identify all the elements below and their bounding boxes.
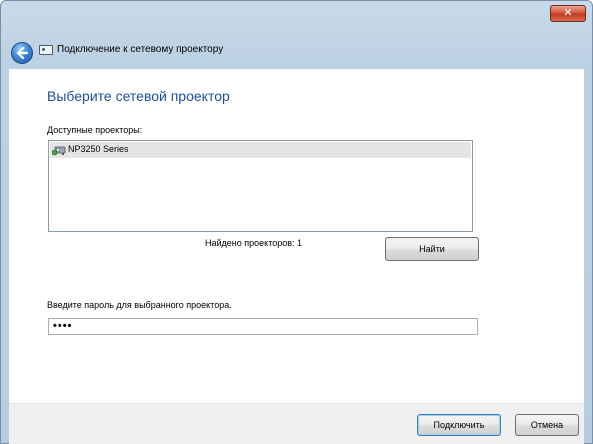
content-pane: Выберите сетевой проектор Доступные прое… bbox=[9, 69, 584, 403]
password-field[interactable]: •••• bbox=[48, 318, 478, 335]
list-item-projector[interactable]: NP3250 Series bbox=[50, 142, 471, 158]
back-button[interactable] bbox=[11, 42, 33, 64]
projector-list[interactable]: NP3250 Series bbox=[48, 140, 473, 232]
dialog-footer: Подключить Отмена bbox=[9, 403, 584, 444]
window-title: Подключение к сетевому проектору bbox=[57, 44, 224, 55]
found-count-label: Найдено проекторов: 1 bbox=[205, 238, 303, 248]
dialog-window: ✕ Подключение к сетевому проектору Выбер… bbox=[0, 0, 593, 444]
network-projector-icon bbox=[52, 146, 66, 156]
cancel-button[interactable]: Отмена bbox=[515, 414, 579, 436]
back-arrow-icon bbox=[16, 46, 29, 60]
close-button[interactable]: ✕ bbox=[550, 5, 586, 22]
available-projectors-label: Доступные проекторы: bbox=[47, 125, 143, 135]
projector-window-icon bbox=[39, 45, 53, 55]
password-label: Введите пароль для выбранного проектора. bbox=[47, 300, 232, 310]
projector-name: NP3250 Series bbox=[68, 144, 129, 154]
find-button[interactable]: Найти bbox=[385, 237, 479, 261]
page-heading: Выберите сетевой проектор bbox=[47, 88, 230, 104]
connect-button[interactable]: Подключить bbox=[417, 414, 501, 436]
title-bar: ✕ Подключение к сетевому проектору bbox=[1, 1, 592, 69]
